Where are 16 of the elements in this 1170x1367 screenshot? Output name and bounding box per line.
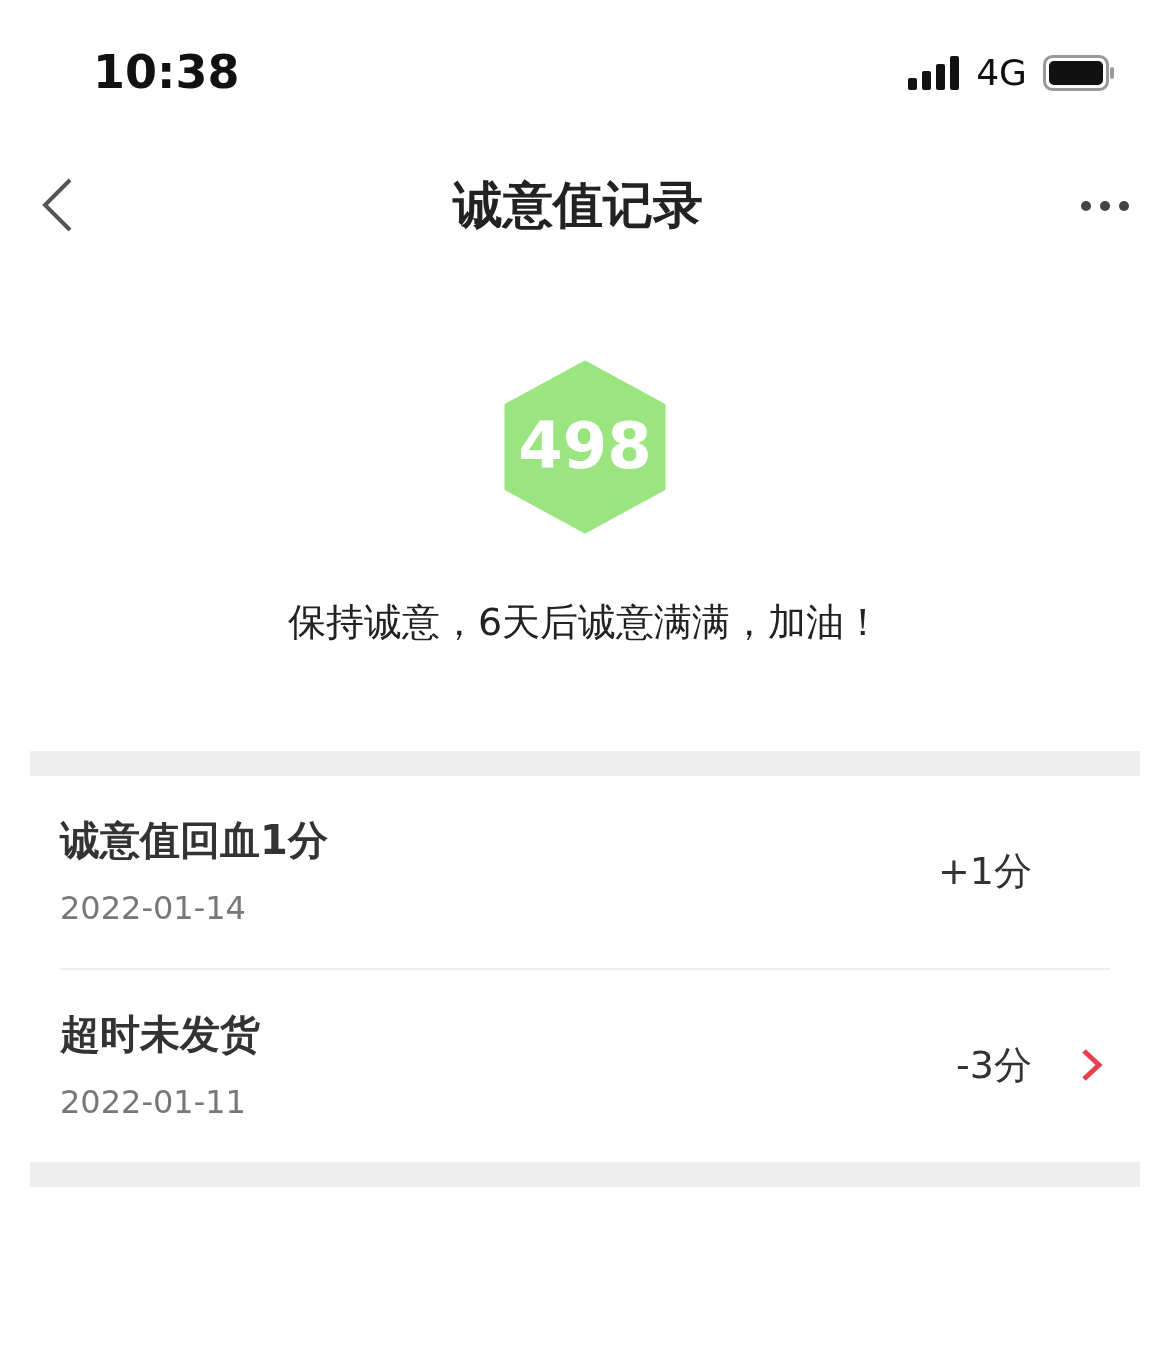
record-date: 2022-01-11 (60, 1082, 247, 1123)
page-title: 诚意值记录 (453, 174, 703, 236)
record-row[interactable]: 超时未发货 2022-01-11 -3分 (30, 970, 1140, 1162)
score-change: +1分 (937, 847, 1032, 895)
record-date: 2022-01-14 (60, 888, 247, 929)
score-value: 498 (518, 409, 652, 483)
record-title: 诚意值回血1分 (60, 816, 328, 865)
network-label: 4G (976, 50, 1027, 95)
score-change: -3分 (956, 1041, 1032, 1089)
chevron-right-icon[interactable] (1080, 1048, 1104, 1082)
signal-icon (908, 55, 961, 90)
record-row[interactable]: 诚意值回血1分 2022-01-14 +1分 (30, 776, 1140, 968)
clock-time: 10:38 (93, 44, 240, 101)
record-title: 超时未发货 (60, 1010, 260, 1059)
score-message: 保持诚意，6天后诚意满满，加油！ (287, 599, 883, 646)
battery-icon (1043, 54, 1115, 91)
